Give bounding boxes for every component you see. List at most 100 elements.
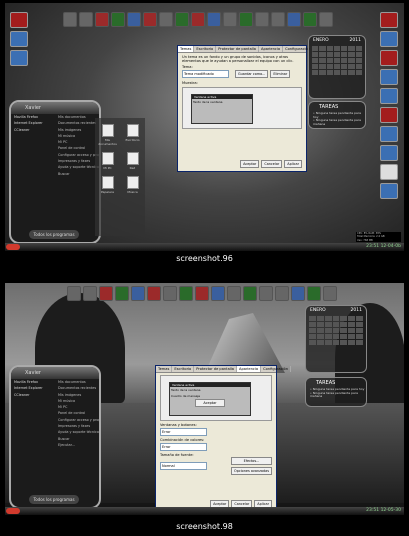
dock-icon[interactable] (67, 286, 81, 301)
desktop-icon[interactable] (380, 31, 398, 47)
caption-first: screenshot.96 (176, 254, 233, 263)
file-item[interactable]: Papelera (98, 176, 118, 194)
dock-icon[interactable] (115, 286, 129, 301)
dock-icon[interactable] (307, 286, 321, 301)
dock-icon[interactable] (179, 286, 193, 301)
document-icon (126, 176, 139, 189)
tab-screensaver[interactable]: Protector de pantalla (194, 366, 237, 372)
desktop-icon[interactable] (380, 12, 398, 28)
start-menu-place[interactable]: Documentos recientes (55, 120, 99, 126)
tab-themes[interactable]: Temas (178, 46, 195, 52)
tasks-widget: TAREAS • Ninguna tarea pendiente para ho… (305, 377, 367, 407)
dock-icon[interactable] (211, 286, 225, 301)
dock-icon[interactable] (131, 286, 145, 301)
desktop-icon[interactable] (10, 31, 28, 47)
all-programs-button[interactable]: Todos los programas (29, 495, 79, 504)
desktop-icon[interactable] (380, 145, 398, 161)
tab-screensaver[interactable]: Protector de pantalla (216, 46, 259, 52)
dock-icon[interactable] (147, 286, 161, 301)
dock-icon[interactable] (291, 286, 305, 301)
dock-icon[interactable] (223, 12, 237, 27)
dock-icon[interactable] (163, 286, 177, 301)
start-menu-place[interactable]: Ejecutar... (55, 442, 99, 448)
tab-appearance[interactable]: Apariencia (237, 366, 262, 372)
dock-icon[interactable] (191, 12, 205, 27)
dock-icon[interactable] (239, 12, 253, 27)
dock-icon[interactable] (195, 286, 209, 301)
start-menu-place[interactable]: Ayuda y soporte técnico (55, 164, 99, 170)
apply-button[interactable]: Aplicar (284, 160, 302, 168)
dock-icon[interactable] (159, 12, 173, 27)
tab-desktop[interactable]: Escritorio (194, 46, 217, 52)
file-item[interactable]: Red (123, 152, 143, 170)
dock-icon[interactable] (207, 12, 221, 27)
start-menu-place[interactable]: Ayuda y soporte técnico (55, 429, 99, 435)
dock-icon[interactable] (255, 12, 269, 27)
dock-icon[interactable] (319, 12, 333, 27)
start-menu-place[interactable]: Documentos recientes (55, 385, 99, 391)
effects-button[interactable]: Efectos... (231, 457, 272, 465)
desktop-icon[interactable] (380, 126, 398, 142)
dock-icon[interactable] (127, 12, 141, 27)
calendar-widget: ENERO 2011 (305, 305, 367, 373)
desktop-icon[interactable] (380, 50, 398, 66)
dock-icon[interactable] (259, 286, 273, 301)
tab-appearance[interactable]: Apariencia (259, 46, 284, 52)
file-item[interactable]: Escritorio (123, 124, 143, 146)
dock-icon[interactable] (63, 12, 77, 27)
dock-icon[interactable] (227, 286, 241, 301)
document-icon (101, 176, 114, 189)
caption-second: screenshot.98 (176, 522, 233, 531)
font-size-select[interactable]: Normal (160, 462, 207, 470)
dock-icon[interactable] (79, 12, 93, 27)
dock-icon[interactable] (175, 12, 189, 27)
dock-icon[interactable] (287, 12, 301, 27)
dock-icon[interactable] (99, 286, 113, 301)
right-desktop-icons (377, 9, 401, 199)
calendar-year: 2011 (349, 38, 361, 43)
desktop-icon[interactable] (10, 12, 28, 28)
start-menu-item[interactable]: CCleaner (11, 392, 55, 398)
all-programs-button[interactable]: Todos los programas (29, 230, 79, 239)
desktop-icon[interactable] (10, 50, 28, 66)
dock-icon[interactable] (303, 12, 317, 27)
start-button[interactable] (6, 244, 20, 250)
desktop-icon[interactable] (380, 107, 398, 123)
dock-icon[interactable] (83, 286, 97, 301)
desktop-icon[interactable] (380, 88, 398, 104)
desktop-icon[interactable] (380, 183, 398, 199)
dock-icon[interactable] (323, 286, 337, 301)
color-scheme-select[interactable]: Error (160, 443, 207, 451)
calendar-year: 2011 (350, 308, 362, 313)
desktop-icon[interactable] (380, 69, 398, 85)
save-as-button[interactable]: Guardar como... (235, 70, 269, 78)
tab-desktop[interactable]: Escritorio (172, 366, 195, 372)
start-menu-place[interactable]: Buscar (55, 171, 99, 177)
cancel-button[interactable]: Cancelar (261, 160, 283, 168)
start-menu-user: Xavier (11, 367, 99, 379)
tab-settings[interactable]: Configuración (261, 366, 292, 372)
dock-icon[interactable] (111, 12, 125, 27)
delete-button[interactable]: Eliminar (270, 70, 291, 78)
accept-button[interactable]: Aceptar (240, 160, 260, 168)
theme-select[interactable]: Tema modificado (182, 70, 229, 78)
dock-icon[interactable] (143, 12, 157, 27)
start-button[interactable] (6, 508, 20, 514)
start-menu-item[interactable]: CCleaner (11, 127, 55, 133)
dock-icon[interactable] (243, 286, 257, 301)
appearance-window: Temas Escritorio Protector de pantalla A… (155, 365, 292, 512)
file-item[interactable]: Mi PC (98, 152, 118, 170)
theme-preview: Ventana activa Texto de la ventana (182, 87, 302, 129)
top-dock (63, 12, 333, 28)
dock-icon[interactable] (271, 12, 285, 27)
dock-icon[interactable] (95, 12, 109, 27)
style-select[interactable]: Error (160, 428, 207, 436)
desktop-icon[interactable] (380, 164, 398, 180)
top-dock (67, 286, 337, 302)
advanced-button[interactable]: Opciones avanzadas (231, 467, 272, 475)
tab-themes[interactable]: Temas (156, 366, 173, 372)
start-menu-places: Mis documentos Documentos recientes Mis … (55, 114, 99, 177)
file-item[interactable]: Mis documentos (98, 124, 118, 146)
dock-icon[interactable] (275, 286, 289, 301)
file-item[interactable]: Música (123, 176, 143, 194)
